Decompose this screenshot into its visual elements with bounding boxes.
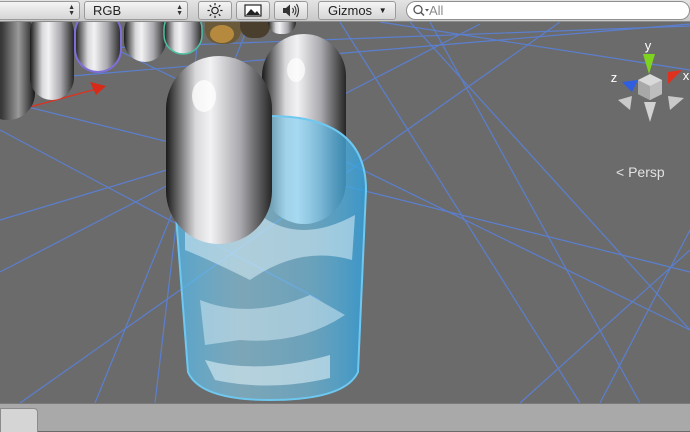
chevron-left-icon: < (616, 164, 625, 180)
image-icon (244, 4, 262, 17)
speaker-icon (283, 3, 300, 18)
gizmos-menu[interactable]: Gizmos ▼ (318, 1, 396, 20)
dropdown-arrows-icon: ▲ ▼ (176, 4, 183, 17)
search-input[interactable]: All (406, 1, 690, 20)
dropdown-arrow-icon: ▼ (378, 6, 387, 15)
channel-dropdown-value: RGB (93, 3, 122, 18)
search-placeholder: All (429, 3, 444, 18)
draw-mode-dropdown[interactable]: ▲ ▼ (0, 1, 80, 20)
gizmos-label: Gizmos (328, 3, 373, 18)
scene-orientation-gizmo[interactable]: y x z (610, 40, 690, 140)
x-axis-cone (90, 82, 106, 95)
audio-toggle[interactable] (274, 1, 308, 20)
projection-label-text: Persp (628, 164, 665, 180)
projection-label[interactable]: < Persp (616, 164, 665, 180)
channel-dropdown[interactable]: RGB ▲ ▼ (84, 1, 188, 20)
sun-icon (207, 3, 223, 18)
bottom-panel-tab[interactable] (0, 408, 38, 432)
gizmo-y-label: y (645, 40, 652, 53)
lighting-toggle[interactable] (198, 1, 232, 20)
dropdown-arrows-icon: ▲ ▼ (68, 4, 75, 17)
scene-toolbar: ▲ ▼ RGB ▲ ▼ Gizmos ▼ All (0, 0, 690, 22)
capsule-front (166, 56, 272, 244)
search-icon (413, 4, 429, 17)
bottom-panel (0, 403, 690, 432)
scene-viewport[interactable]: y x z < Persp (0, 22, 690, 403)
gizmo-z-label: z (611, 70, 618, 85)
image-effects-toggle[interactable] (236, 1, 270, 20)
gizmo-x-label: x (683, 68, 690, 83)
